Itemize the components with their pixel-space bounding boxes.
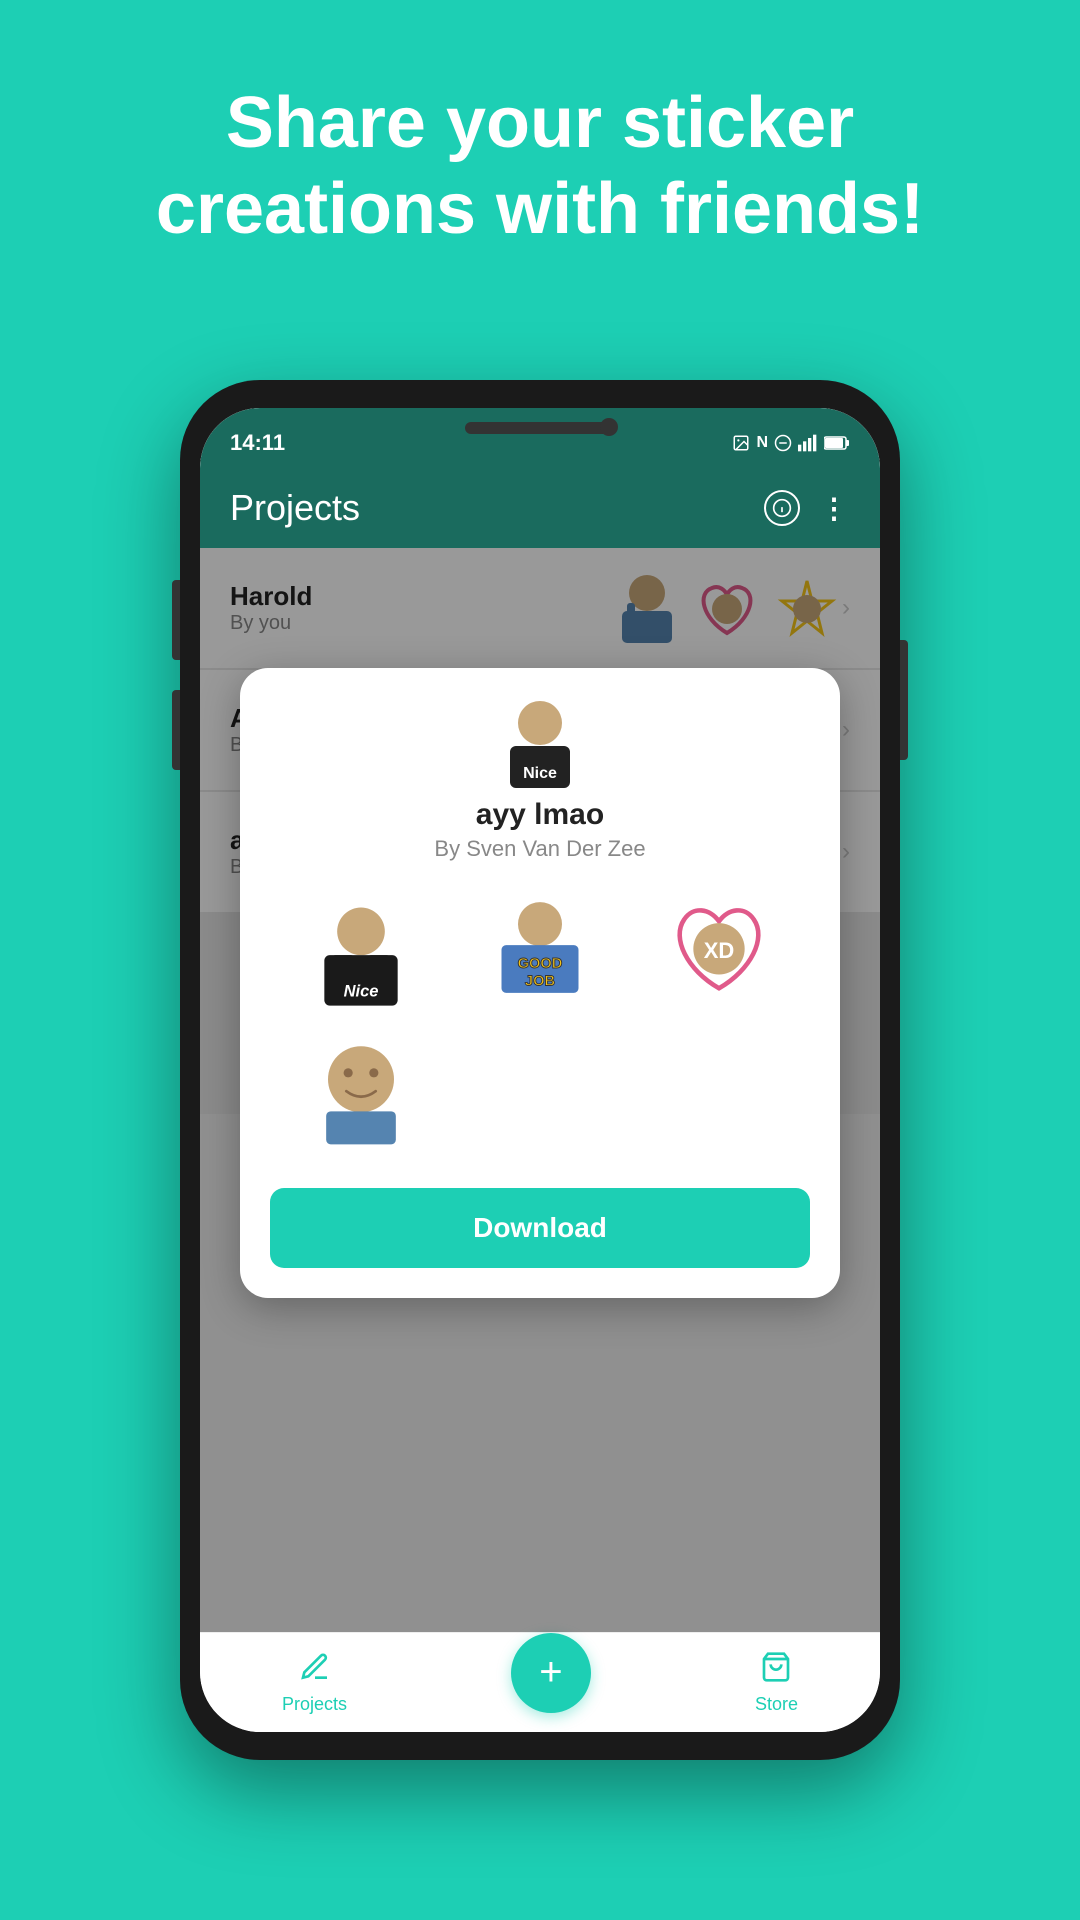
volume-button (172, 580, 180, 660)
hero-title: Share your sticker creations with friend… (0, 80, 1080, 253)
power-button (900, 640, 908, 760)
fab-icon: + (539, 1650, 562, 1695)
modal-sticker-2: GOOD JOB (459, 882, 622, 1012)
svg-text:Nice: Nice (344, 982, 379, 1000)
dnd-icon (774, 434, 792, 452)
share-modal: Nice ayy lmao By Sven Van Der Zee (240, 668, 840, 1298)
modal-pack-name: ayy lmao (476, 798, 604, 832)
nfc-icon: N (756, 434, 768, 452)
svg-text:Nice: Nice (523, 765, 557, 782)
top-bar-actions: ⋮ (764, 490, 850, 526)
svg-text:XD: XD (703, 938, 734, 963)
fab-button[interactable]: + (511, 1633, 591, 1713)
status-bar: 14:11 N (200, 408, 880, 468)
phone-mockup: 14:11 N Projects (180, 380, 900, 1760)
projects-icon (299, 1651, 331, 1688)
store-icon (760, 1651, 792, 1688)
signal-icon (798, 434, 818, 452)
modal-sticker-icon: Nice (495, 698, 585, 788)
app-top-bar: Projects ⋮ (200, 468, 880, 548)
modal-sticker-1: Nice (280, 882, 443, 1012)
gallery-icon (732, 434, 750, 452)
projects-title: Projects (230, 487, 360, 529)
phone-camera (600, 418, 618, 436)
battery-icon (824, 435, 850, 451)
volume-button-2 (172, 690, 180, 770)
modal-header: Nice ayy lmao By Sven Van Der Zee (270, 698, 810, 862)
bottom-nav: Projects + Store (200, 1632, 880, 1732)
phone-speaker (465, 422, 615, 434)
status-time: 14:11 (230, 430, 285, 456)
projects-nav-label: Projects (282, 1694, 347, 1715)
modal-pack-by: By Sven Van Der Zee (434, 836, 645, 862)
modal-sticker-4 (280, 1028, 443, 1158)
more-icon[interactable]: ⋮ (820, 492, 850, 525)
info-icon[interactable] (764, 490, 800, 526)
store-nav-label: Store (755, 1694, 798, 1715)
phone-screen: 14:11 N Projects (200, 408, 880, 1732)
modal-sticker-3: XD (637, 882, 800, 1012)
svg-text:JOB: JOB (525, 974, 555, 990)
status-icons: N (732, 434, 850, 452)
nav-projects[interactable]: Projects (282, 1651, 347, 1715)
nav-store[interactable]: Store (755, 1651, 798, 1715)
modal-stickers-grid: Nice GOOD JOB (270, 882, 810, 1158)
app-screen: 14:11 N Projects (200, 408, 880, 1732)
svg-text:GOOD: GOOD (518, 956, 563, 972)
download-button[interactable]: Download (270, 1188, 810, 1268)
